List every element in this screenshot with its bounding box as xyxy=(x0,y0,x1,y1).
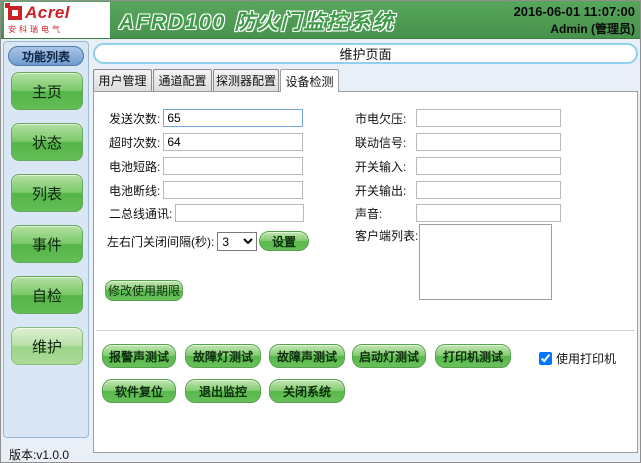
header-right: 2016-06-01 11:07:00 Admin (管理员) xyxy=(514,4,635,37)
fault-sound-test-button[interactable]: 故障声测试 xyxy=(269,344,345,368)
send-count-input[interactable] xyxy=(163,109,303,127)
logo-subtitle: 安科瑞电气 xyxy=(8,24,106,35)
switch-input-label: 开关输入: xyxy=(355,158,413,175)
logo: Acrel 安科瑞电气 xyxy=(4,2,110,38)
alarm-sound-test-button[interactable]: 报警声测试 xyxy=(102,344,176,368)
shutdown-system-button[interactable]: 关闭系统 xyxy=(269,379,345,403)
tab-user-management[interactable]: 用户管理 xyxy=(93,69,152,91)
twobus-comm-label: 二总线通讯: xyxy=(109,205,172,222)
twobus-comm-input[interactable] xyxy=(175,204,304,222)
sidebar-header: 功能列表 xyxy=(8,46,84,66)
tab-channel-config[interactable]: 通道配置 xyxy=(153,69,212,91)
linkage-signal-input[interactable] xyxy=(416,133,561,151)
timeout-count-label: 超时次数: xyxy=(109,134,160,151)
send-count-label: 发送次数: xyxy=(109,110,160,127)
client-list-textarea[interactable] xyxy=(419,224,552,300)
acrel-logo-icon xyxy=(8,6,22,20)
timeout-count-input[interactable] xyxy=(163,133,303,151)
modify-license-button[interactable]: 修改使用期限 xyxy=(105,280,183,301)
logo-brand: Acrel xyxy=(25,3,70,23)
switch-output-input[interactable] xyxy=(416,181,561,199)
sidebar-item-selfcheck[interactable]: 自检 xyxy=(11,276,83,314)
mains-undervoltage-input[interactable] xyxy=(416,109,561,127)
current-user: Admin (管理员) xyxy=(514,20,635,37)
use-printer-label: 使用打印机 xyxy=(556,350,616,367)
sidebar-item-status[interactable]: 状态 xyxy=(11,123,83,161)
battery-break-label: 电池断线: xyxy=(109,182,160,199)
version-label: 版本:v1.0.0 xyxy=(9,446,69,463)
app-window: Acrel 安科瑞电气 AFRD100 防火门监控系统 2016-06-01 1… xyxy=(0,0,641,463)
sidebar-item-list[interactable]: 列表 xyxy=(11,174,83,212)
app-header: Acrel 安科瑞电气 AFRD100 防火门监控系统 2016-06-01 1… xyxy=(1,1,641,39)
sidebar-item-maintenance[interactable]: 维护 xyxy=(11,327,83,365)
linkage-signal-label: 联动信号: xyxy=(355,134,413,151)
fault-light-test-button[interactable]: 故障灯测试 xyxy=(185,344,261,368)
app-title: AFRD100 防火门监控系统 xyxy=(119,6,395,36)
sidebar: 功能列表 主页 状态 列表 事件 自检 维护 xyxy=(3,41,89,438)
sidebar-item-events[interactable]: 事件 xyxy=(11,225,83,263)
separator xyxy=(96,330,635,331)
page-title: 维护页面 xyxy=(93,43,638,64)
mains-undervoltage-label: 市电欠压: xyxy=(355,110,413,127)
start-light-test-button[interactable]: 启动灯测试 xyxy=(352,344,426,368)
battery-break-input[interactable] xyxy=(163,181,303,199)
sound-label: 声音: xyxy=(355,205,413,222)
use-printer-checkbox-row: 使用打印机 xyxy=(539,350,616,367)
battery-short-label: 电池短路: xyxy=(109,158,160,175)
door-interval-select[interactable]: 3 xyxy=(217,232,257,251)
printer-test-button[interactable]: 打印机测试 xyxy=(435,344,511,368)
door-interval-label: 左右门关闭间隔(秒): xyxy=(107,233,214,250)
sound-input[interactable] xyxy=(416,204,561,222)
use-printer-checkbox[interactable] xyxy=(539,352,552,365)
set-button[interactable]: 设置 xyxy=(259,231,309,251)
battery-short-input[interactable] xyxy=(163,157,303,175)
datetime-display: 2016-06-01 11:07:00 xyxy=(514,4,635,19)
device-test-panel: 发送次数: 超时次数: 电池短路: 电池断线: 二总线通讯: 市电欠压: 联动信… xyxy=(93,91,638,453)
client-list-label: 客户端列表: xyxy=(355,227,418,244)
software-reset-button[interactable]: 软件复位 xyxy=(102,379,176,403)
tab-detector-config[interactable]: 探测器配置 xyxy=(213,69,279,91)
switch-input-input[interactable] xyxy=(416,157,561,175)
switch-output-label: 开关输出: xyxy=(355,182,413,199)
sidebar-item-home[interactable]: 主页 xyxy=(11,72,83,110)
tab-device-test[interactable]: 设备检测 xyxy=(280,69,339,92)
exit-monitor-button[interactable]: 退出监控 xyxy=(185,379,261,403)
